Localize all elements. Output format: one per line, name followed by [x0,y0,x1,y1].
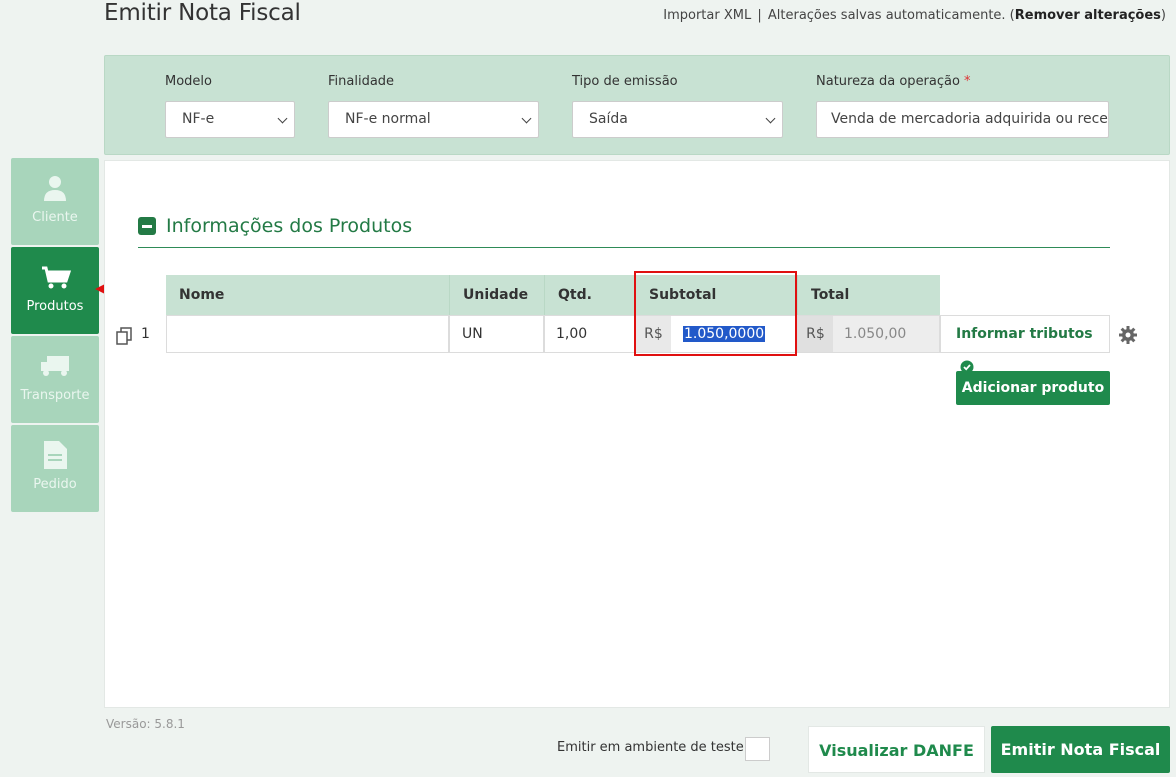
finalidade-field: Finalidade NF-e normal [328,74,539,138]
natureza-value: Venda de mercadoria adquirida ou rece [831,111,1108,127]
header-separator: | [757,8,762,23]
currency-prefix: R$ [798,316,833,352]
tipo-emissao-field: Tipo de emissão Saída [572,74,783,138]
cart-icon [11,263,99,291]
tipo-emissao-select[interactable]: Saída [572,101,783,138]
main-card: Informações dos Produtos Nome Unidade Qt… [104,160,1170,708]
add-product-button[interactable]: Adicionar produto [956,371,1110,405]
remove-changes-link[interactable]: Remover alterações [1015,8,1161,23]
modelo-value: NF-e [182,111,215,127]
unidade-value: UN [462,326,483,342]
nome-value [167,326,179,342]
side-nav: Cliente Produtos Transporte Pedido [11,158,99,514]
nav-label: Pedido [33,477,77,492]
finalidade-value: NF-e normal [345,111,431,127]
nav-item-transporte[interactable]: Transporte [11,336,99,423]
annotation-highlight-box [634,271,797,356]
user-icon [11,174,99,202]
nav-label: Cliente [32,210,78,225]
total-value: 1.050,00 [844,326,907,342]
chevron-down-icon [277,113,288,124]
finalidade-select[interactable]: NF-e normal [328,101,539,138]
test-env-label: Emitir em ambiente de teste [557,740,744,755]
qtd-value: 1,00 [556,326,588,342]
copy-icon[interactable] [115,326,135,346]
nav-label: Produtos [26,299,84,314]
informar-tributos-label: Informar tributos [956,326,1093,342]
natureza-label: Natureza da operação * [816,74,971,89]
nav-item-pedido[interactable]: Pedido [11,425,99,512]
finalidade-label: Finalidade [328,74,395,89]
version-text: Versão: 5.8.1 [106,717,185,731]
autosave-text: Alterações salvas automaticamente. ( [767,8,1015,23]
column-header-nome: Nome [166,275,449,315]
nome-input[interactable] [166,315,449,353]
required-mark: * [963,74,971,89]
emitir-nota-button[interactable]: Emitir Nota Fiscal [991,726,1170,773]
column-header-unidade: Unidade [449,275,544,315]
nav-item-cliente[interactable]: Cliente [11,158,99,245]
chevron-down-icon [521,113,532,124]
section-header: Informações dos Produtos [138,215,1110,248]
informar-tributos-button[interactable]: Informar tributos [940,315,1110,374]
truck-icon [11,352,99,380]
modelo-field: Modelo NF-e [165,74,295,138]
modelo-label: Modelo [165,74,212,89]
document-icon [11,441,99,469]
qtd-input[interactable]: 1,00 [544,315,635,353]
column-header-total: Total [797,275,940,315]
page-title: Emitir Nota Fiscal [104,0,301,26]
tipo-emissao-label: Tipo de emissão [572,74,678,89]
unidade-input[interactable]: UN [449,315,544,353]
chevron-down-icon [765,113,776,124]
section-title: Informações dos Produtos [166,215,413,237]
nav-label: Transporte [20,388,90,403]
row-index: 1 [141,326,150,342]
nav-item-produtos[interactable]: Produtos [11,247,99,334]
collapse-icon[interactable] [138,217,156,235]
test-env-checkbox[interactable] [745,737,770,761]
total-input: R$ 1.050,00 [797,315,940,353]
modelo-select[interactable]: NF-e [165,101,295,138]
close-paren: ) [1160,8,1166,23]
visualizar-danfe-button[interactable]: Visualizar DANFE [808,726,985,773]
tipo-emissao-value: Saída [589,111,628,127]
config-panel: Modelo NF-e Finalidade NF-e normal Tipo … [104,55,1170,155]
natureza-input[interactable]: Venda de mercadoria adquirida ou rece [816,101,1109,138]
import-xml-link[interactable]: Importar XML [663,8,751,23]
column-header-qtd: Qtd. [544,275,635,315]
gear-icon[interactable] [1118,325,1138,345]
natureza-field: Natureza da operação * Venda de mercadori… [816,74,1109,138]
header-actions: Importar XML | Alterações salvas automat… [663,8,1166,23]
